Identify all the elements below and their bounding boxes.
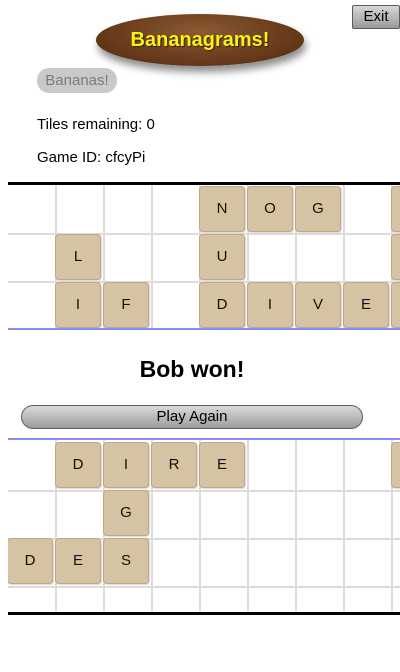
letter-tile[interactable]: O (247, 186, 293, 232)
letter-tile[interactable]: R (151, 442, 197, 488)
letter-tile[interactable] (391, 186, 400, 232)
tiles-remaining: Tiles remaining: 0 (37, 116, 155, 133)
letter-tile[interactable] (391, 442, 400, 488)
grid-line (8, 586, 400, 588)
letter-tile[interactable]: E (343, 282, 389, 328)
top-game-board[interactable]: NOGLUIFDIVE (8, 182, 400, 330)
bottom-game-board[interactable]: DIREGDES (8, 438, 400, 615)
letter-tile[interactable]: E (199, 442, 245, 488)
letter-tile[interactable]: D (8, 538, 53, 584)
letter-tile[interactable] (391, 282, 400, 328)
letter-tile[interactable]: I (247, 282, 293, 328)
letter-tile[interactable]: V (295, 282, 341, 328)
letter-tile[interactable]: S (103, 538, 149, 584)
letter-tile[interactable]: I (103, 442, 149, 488)
grid-line (8, 490, 400, 492)
game-id: Game ID: cfcyPi (37, 149, 146, 166)
letter-tile[interactable]: N (199, 186, 245, 232)
letter-tile[interactable]: D (55, 442, 101, 488)
grid-line (151, 185, 153, 328)
letter-tile[interactable]: I (55, 282, 101, 328)
bananas-button[interactable]: Bananas! (37, 68, 117, 93)
bananagrams-logo: Bananagrams! (96, 14, 304, 66)
letter-tile[interactable]: F (103, 282, 149, 328)
winner-message: Bob won! (139, 356, 245, 382)
letter-tile[interactable]: L (55, 234, 101, 280)
letter-tile[interactable]: D (199, 282, 245, 328)
play-again-button[interactable]: Play Again (21, 405, 363, 429)
letter-tile[interactable]: U (199, 234, 245, 280)
letter-tile[interactable]: G (103, 490, 149, 536)
letter-tile[interactable]: E (55, 538, 101, 584)
letter-tile[interactable] (391, 234, 400, 280)
letter-tile[interactable]: G (295, 186, 341, 232)
exit-button[interactable]: Exit (352, 5, 400, 29)
logo-text: Bananagrams! (130, 28, 270, 51)
